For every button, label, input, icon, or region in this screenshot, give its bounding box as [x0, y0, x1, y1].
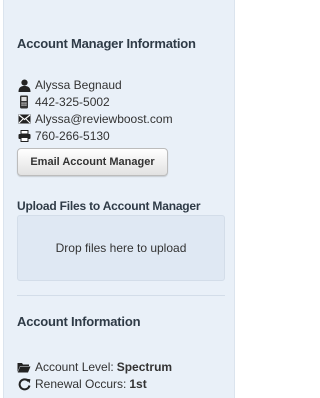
renewal-value: 1st — [129, 377, 147, 391]
manager-fax-row: 760-266-5130 — [17, 128, 110, 144]
account-level-row: Account Level: Spectrum — [17, 359, 172, 375]
dropzone-text: Drop files here to upload — [55, 241, 187, 255]
manager-name: Alyssa Begnaud — [35, 78, 122, 92]
file-dropzone[interactable]: Drop files here to upload — [17, 215, 225, 281]
phone-icon — [17, 95, 31, 109]
renewal-row: Renewal Occurs: 1st — [17, 376, 147, 392]
email-account-manager-button[interactable]: Email Account Manager — [17, 148, 168, 176]
printer-icon — [17, 129, 31, 143]
refresh-icon — [17, 377, 31, 391]
envelope-icon — [17, 112, 31, 126]
account-manager-heading: Account Manager Information — [17, 36, 196, 51]
manager-email: Alyssa@reviewboost.com — [35, 112, 173, 126]
section-divider — [17, 295, 225, 296]
manager-email-row: Alyssa@reviewboost.com — [17, 111, 173, 127]
renewal-label: Renewal Occurs: — [35, 377, 127, 391]
manager-fax: 760-266-5130 — [35, 129, 110, 143]
manager-phone: 442-325-5002 — [35, 95, 110, 109]
account-level-value: Spectrum — [116, 360, 173, 374]
account-info-heading: Account Information — [17, 314, 141, 329]
account-sidebar: Account Manager Information Alyssa Begna… — [3, 0, 235, 398]
account-level-label: Account Level: — [35, 360, 114, 374]
upload-heading: Upload Files to Account Manager — [17, 199, 201, 213]
manager-phone-row: 442-325-5002 — [17, 94, 110, 110]
user-icon — [17, 78, 31, 92]
manager-name-row: Alyssa Begnaud — [17, 77, 122, 93]
folder-icon — [17, 360, 31, 374]
